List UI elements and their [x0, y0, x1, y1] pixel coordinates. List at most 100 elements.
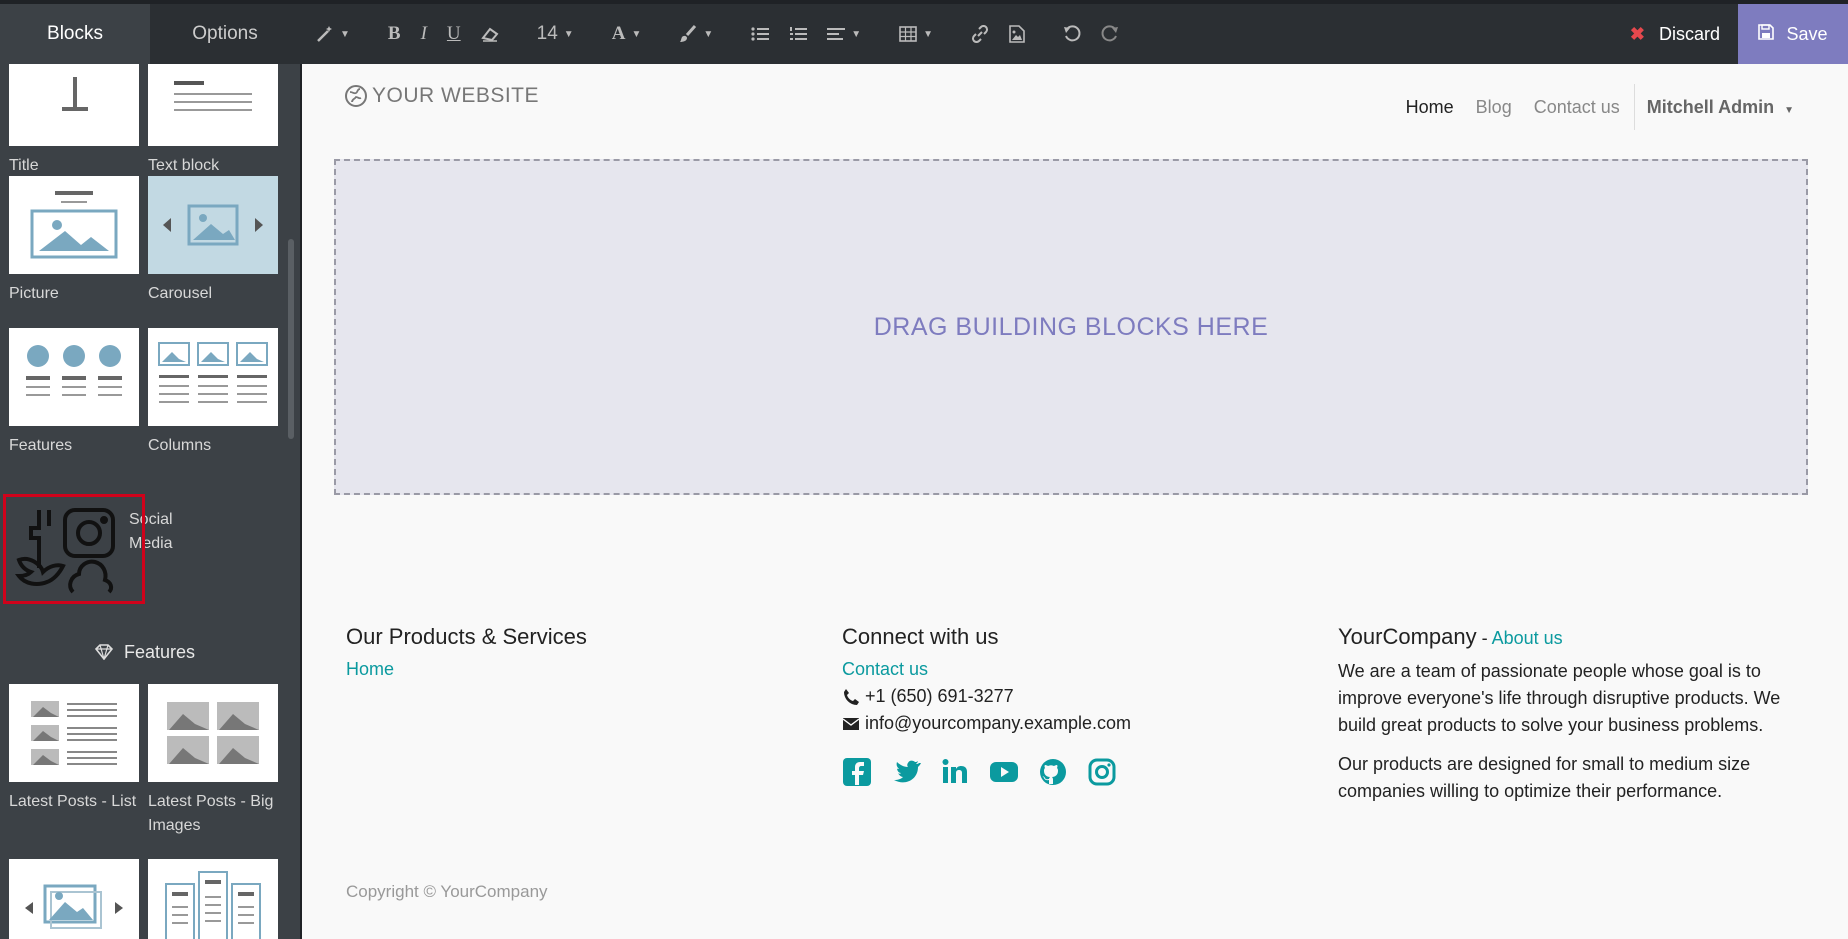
- snippet-label: Social Media: [129, 511, 173, 552]
- font-size-value: 14: [536, 23, 558, 44]
- snippet-picture[interactable]: Picture: [9, 176, 139, 306]
- background-color-dropdown[interactable]: ▼: [679, 25, 713, 43]
- footer-company-title: YourCompany - About us: [1338, 623, 1808, 652]
- carousel-thumbnail: [148, 176, 278, 274]
- footer-link-contact-us[interactable]: Contact us: [842, 656, 1136, 683]
- snippet-latest-posts-big-images[interactable]: Latest Posts - Big Images: [148, 684, 278, 838]
- italic-icon: I: [420, 23, 427, 44]
- snippet-columns[interactable]: Columns: [148, 328, 278, 458]
- chevron-down-icon: ▼: [703, 28, 714, 40]
- save-label: Save: [1786, 23, 1828, 44]
- chevron-down-icon: ▼: [923, 28, 934, 40]
- underline-button[interactable]: U: [447, 23, 461, 45]
- save-button[interactable]: Save: [1738, 4, 1848, 64]
- site-nav: Home Blog Contact us Mitchell Admin ▼: [1384, 84, 1794, 130]
- user-name: Mitchell Admin: [1646, 96, 1775, 117]
- table-dropdown[interactable]: ▼: [899, 26, 933, 42]
- paint-brush-icon: [680, 25, 697, 42]
- nav-item-blog[interactable]: Blog: [1476, 97, 1512, 118]
- diamond-icon: [94, 642, 118, 662]
- phone-icon: [844, 688, 859, 705]
- nav-item-home[interactable]: Home: [1406, 97, 1454, 118]
- building-blocks-dropzone[interactable]: DRAG BUILDING BLOCKS HERE: [334, 159, 1808, 495]
- italic-button[interactable]: I: [421, 23, 427, 45]
- undo-button[interactable]: [1063, 25, 1081, 43]
- social-media-thumbnail: [9, 500, 129, 598]
- snippet-label: Carousel: [148, 285, 213, 302]
- user-menu[interactable]: Mitchell Admin ▼: [1647, 97, 1794, 118]
- snippet-social-media[interactable]: Social Media: [3, 494, 173, 604]
- snippet-image-gallery[interactable]: [9, 859, 139, 939]
- undo-icon: [1064, 25, 1081, 42]
- snippet-label: Title: [9, 157, 39, 174]
- company-description: We are a team of passionate people whose…: [1338, 661, 1781, 735]
- email-address: info@yourcompany.example.com: [865, 713, 1132, 733]
- snippet-label: Latest Posts - List: [9, 793, 137, 810]
- underline-icon: U: [446, 23, 461, 44]
- footer-email: info@yourcompany.example.com: [842, 710, 1136, 737]
- chevron-down-icon: ▼: [563, 28, 574, 40]
- table-icon: [899, 26, 917, 42]
- editor-sidebar: Blocks Options Title Text block Picture: [0, 0, 300, 939]
- footer-products-column: Our Products & Services Home: [346, 623, 587, 683]
- tab-options[interactable]: Options: [150, 4, 300, 64]
- youtube-icon[interactable]: [989, 757, 1019, 787]
- snippet-carousel[interactable]: Carousel: [148, 176, 278, 306]
- tab-blocks[interactable]: Blocks: [0, 4, 150, 64]
- sidebar-scrollbar[interactable]: [288, 239, 294, 439]
- floppy-disk-icon: [1758, 23, 1775, 45]
- pricing-thumbnail: [148, 859, 278, 939]
- site-logo[interactable]: YOUR WEBSITE: [344, 84, 539, 108]
- font-color-dropdown[interactable]: A ▼: [612, 23, 642, 45]
- snippet-latest-posts-list[interactable]: Latest Posts - List: [9, 684, 139, 814]
- image-file-icon: [1009, 25, 1025, 43]
- numbered-list-button[interactable]: [789, 26, 808, 42]
- snippet-list[interactable]: Title Text block Picture Carousel Featur…: [0, 64, 300, 939]
- font-color-icon: A: [611, 23, 626, 44]
- facebook-icon[interactable]: [842, 757, 872, 787]
- redo-button[interactable]: [1101, 25, 1119, 43]
- toolbar-actions: ✖ Discard Save: [1612, 4, 1848, 64]
- github-icon[interactable]: [1038, 757, 1068, 787]
- discard-label: Discard: [1658, 23, 1720, 44]
- latest-posts-list-thumbnail: [9, 684, 139, 782]
- chevron-down-icon: ▼: [631, 28, 642, 40]
- snippet-label: Columns: [148, 437, 212, 454]
- site-header: YOUR WEBSITE Home Blog Contact us Mitche…: [302, 64, 1848, 134]
- font-size-dropdown[interactable]: 14 ▼: [537, 23, 574, 45]
- twitter-icon[interactable]: [891, 757, 921, 787]
- company-name: YourCompany: [1338, 624, 1477, 649]
- footer-link-home[interactable]: Home: [346, 656, 587, 683]
- link-button[interactable]: [971, 25, 989, 43]
- eraser-icon: [480, 27, 499, 42]
- linkedin-icon[interactable]: [940, 757, 970, 787]
- features-thumbnail: [9, 328, 139, 426]
- footer-connect-title: Connect with us: [842, 624, 999, 649]
- globe-icon: [345, 85, 367, 107]
- sidebar-tabs: Blocks Options: [0, 0, 300, 64]
- footer-link-about-us[interactable]: About us: [1492, 628, 1563, 648]
- snippet-label: Features: [9, 437, 73, 454]
- snippet-title[interactable]: Title: [9, 64, 139, 178]
- bold-button[interactable]: B: [388, 23, 401, 45]
- eraser-button[interactable]: [480, 26, 499, 42]
- chevron-down-icon: ▼: [1784, 104, 1794, 116]
- snippet-text-block[interactable]: Text block: [148, 64, 278, 178]
- discard-button[interactable]: ✖ Discard: [1612, 24, 1738, 45]
- paragraph-align-dropdown[interactable]: ▼: [827, 26, 861, 42]
- footer-phone: +1 (650) 691-3277: [842, 683, 1136, 710]
- nav-item-contact-us[interactable]: Contact us: [1534, 97, 1620, 118]
- link-icon: [972, 25, 989, 43]
- bullet-list-button[interactable]: [751, 26, 770, 42]
- instagram-icon[interactable]: [1087, 757, 1117, 787]
- magic-wand-dropdown[interactable]: ▼: [316, 25, 350, 43]
- sidebar-section-heading: Features: [0, 642, 290, 663]
- snippet-label: Picture: [9, 285, 59, 302]
- snippet-pricing[interactable]: [148, 859, 278, 939]
- dropzone-text: DRAG BUILDING BLOCKS HERE: [873, 312, 1269, 341]
- snippet-features[interactable]: Features: [9, 328, 139, 458]
- envelope-icon: [842, 717, 860, 730]
- image-gallery-thumbnail: [9, 859, 139, 939]
- footer-company-column: YourCompany - About us We are a team of …: [1338, 623, 1808, 817]
- media-button[interactable]: [1009, 25, 1025, 43]
